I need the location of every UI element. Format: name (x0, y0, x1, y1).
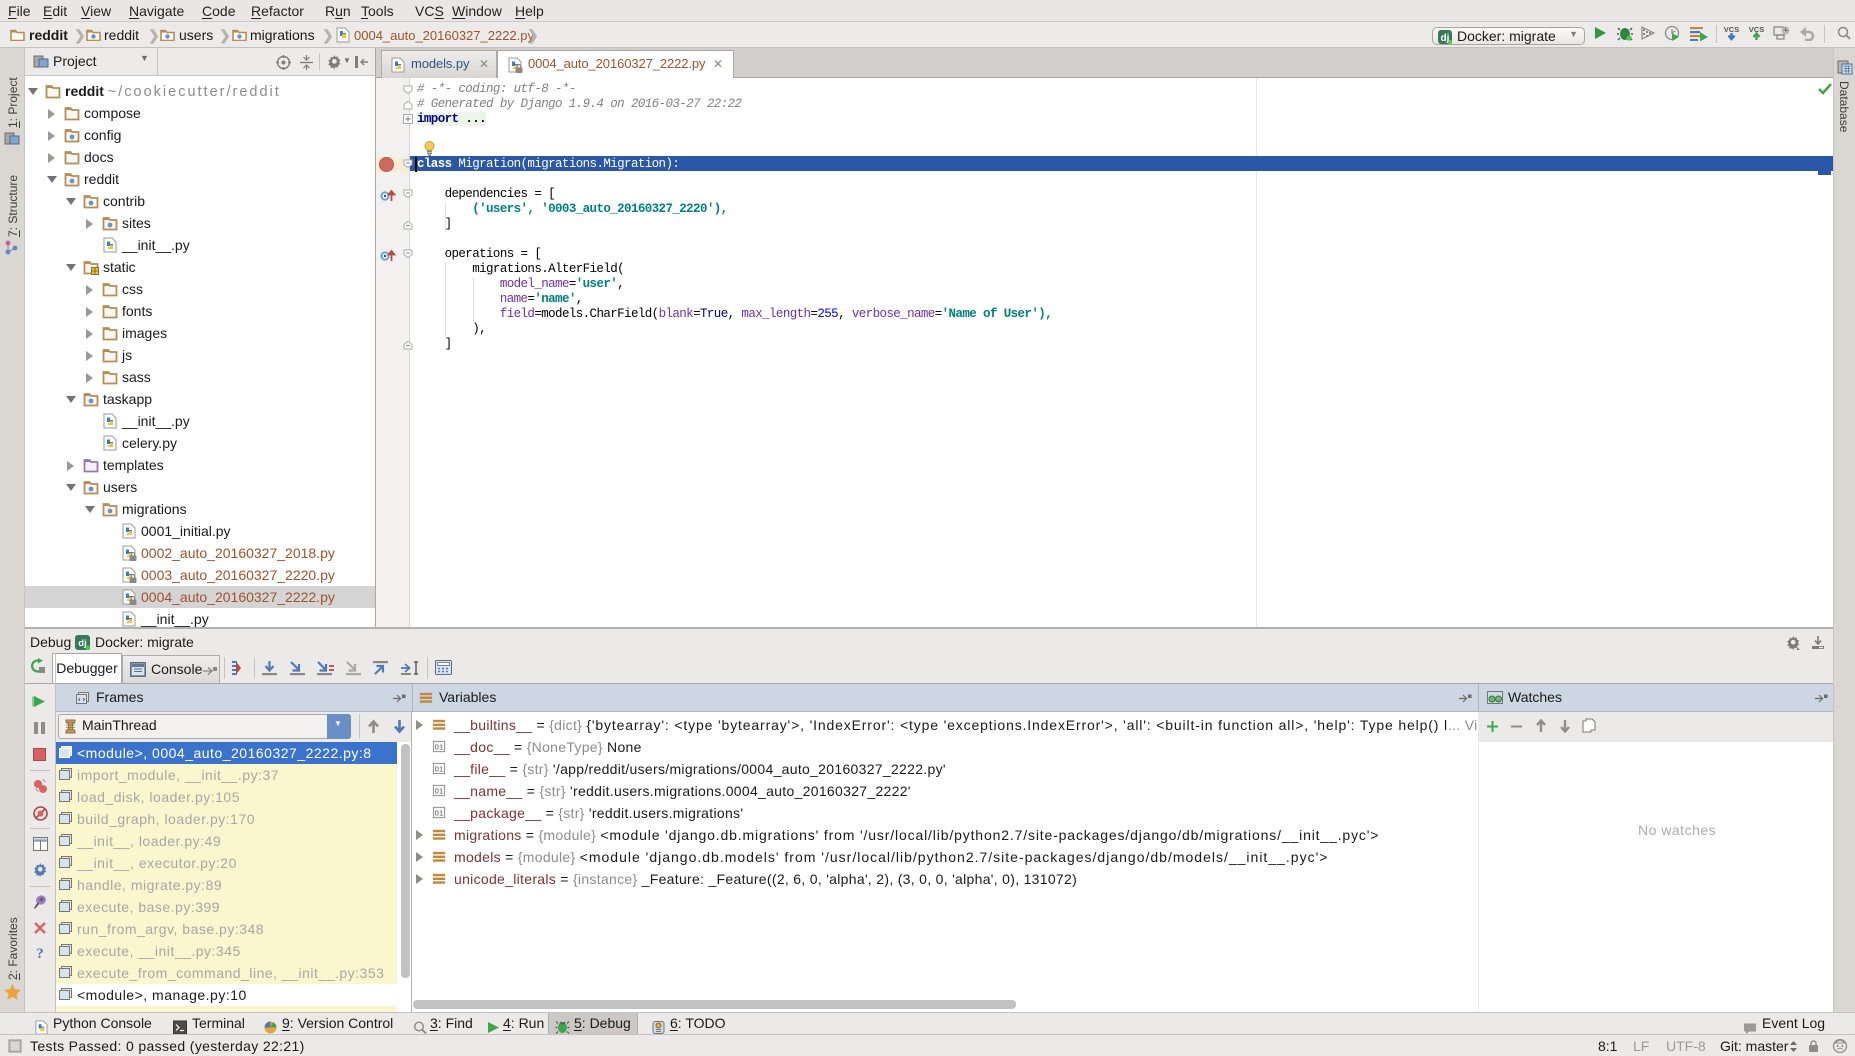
svg-text:?: ? (36, 946, 44, 961)
svg-text:VCS: VCS (1724, 25, 1739, 34)
svg-text:dj: dj (78, 638, 86, 649)
